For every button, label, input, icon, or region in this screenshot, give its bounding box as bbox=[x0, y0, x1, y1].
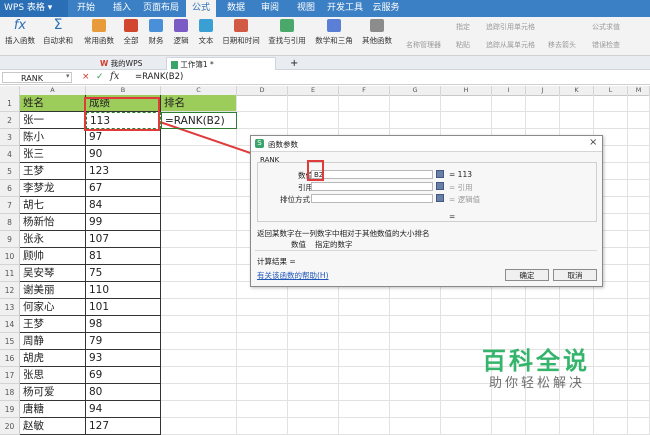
watermark-subtitle: 助你轻松解决 bbox=[489, 376, 586, 391]
function-result-eq: = bbox=[449, 212, 456, 221]
function-description: 返回某数字在一列数字中相对于其他数值的大小排名 bbox=[257, 229, 430, 238]
arg-input-order[interactable] bbox=[311, 194, 433, 203]
cancel-button[interactable]: 取消 bbox=[553, 269, 597, 281]
arg-input-number[interactable]: B2 bbox=[311, 170, 433, 179]
range-picker-icon[interactable] bbox=[436, 182, 444, 190]
dialog-divider bbox=[255, 250, 597, 251]
function-arguments-dialog: S 函数参数 × RANK 数值 B2 = 113 引用 = 引用 排位方式 =… bbox=[250, 135, 603, 287]
arg-label-order: 排位方式 bbox=[280, 195, 310, 204]
close-icon[interactable]: × bbox=[589, 137, 597, 148]
range-picker-icon[interactable] bbox=[436, 170, 444, 178]
help-link[interactable]: 有关该函数的帮助(H) bbox=[257, 270, 329, 281]
dialog-title-bar: S 函数参数 × bbox=[251, 136, 602, 152]
highlight-box-arg bbox=[307, 160, 324, 181]
arg-result-order: = 逻辑值 bbox=[449, 195, 481, 204]
arg-result-ref: = 引用 bbox=[449, 183, 473, 192]
param-description: 指定的数字 bbox=[315, 240, 353, 249]
param-name: 数值 bbox=[291, 240, 306, 249]
watermark-title: 百科全说 bbox=[482, 347, 590, 375]
arg-result-number: = 113 bbox=[449, 170, 472, 179]
active-cell[interactable]: =RANK(B2) bbox=[161, 112, 237, 129]
app-s-icon: S bbox=[255, 139, 264, 148]
calc-result-label: 计算结果 = bbox=[257, 257, 296, 266]
range-picker-icon[interactable] bbox=[436, 194, 444, 202]
dialog-title: 函数参数 bbox=[268, 140, 298, 149]
arg-input-ref[interactable] bbox=[311, 182, 433, 191]
ok-button[interactable]: 确定 bbox=[505, 269, 549, 281]
